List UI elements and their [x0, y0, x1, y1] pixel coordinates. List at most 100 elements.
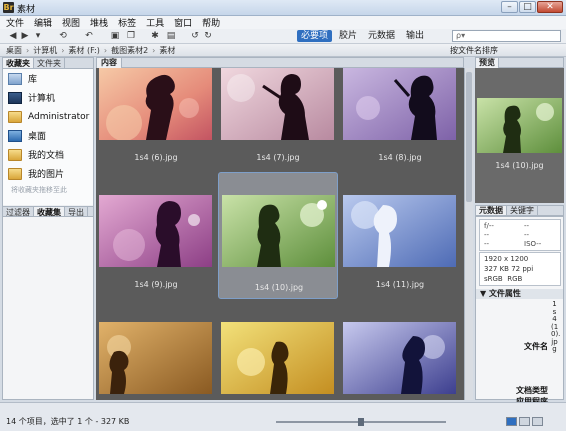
menu-label[interactable]: 标签	[118, 16, 136, 29]
window-title: 素材	[17, 5, 36, 15]
iso-value: ISO--	[524, 240, 542, 248]
menu-stack[interactable]: 堆栈	[90, 16, 108, 29]
workspace-metadata[interactable]: 元数据	[364, 30, 399, 42]
favorites-hint: 将收藏夹拖移至此	[11, 186, 67, 194]
tab-folders[interactable]: 文件夹	[34, 58, 65, 68]
folder-icon	[8, 110, 22, 123]
menu-tools[interactable]: 工具	[146, 16, 164, 29]
file-properties-section[interactable]: ▼ 文件属性	[476, 289, 563, 299]
breadcrumb-desktop[interactable]: 桌面	[6, 45, 22, 57]
sort-dropdown[interactable]: 按文件名排序	[450, 45, 498, 57]
status-text: 14 个项目，选中了 1 个 - 327 KB	[6, 417, 130, 426]
folder-icon	[8, 148, 22, 161]
content-scrollbar[interactable]	[464, 68, 473, 400]
workspace-filmstrip[interactable]: 胶片	[335, 30, 361, 42]
menu-window[interactable]: 窗口	[174, 16, 192, 29]
filename-value: 1s4(10).jpg	[551, 300, 561, 353]
minimize-button[interactable]: –	[501, 1, 518, 13]
tab-filter[interactable]: 过滤器	[3, 207, 34, 217]
favorite-item-documents[interactable]: 我的文档	[3, 145, 93, 164]
menu-file[interactable]: 文件	[6, 16, 24, 29]
scrollbar-thumb[interactable]	[466, 72, 472, 202]
thumbnail-caption: 1s4 (11).jpg	[375, 280, 425, 289]
rotate-right-icon[interactable]: ↻	[203, 31, 213, 41]
return-icon[interactable]: ↶	[84, 31, 94, 41]
thumbnail-image	[222, 195, 335, 267]
camera-value: --	[524, 231, 530, 239]
camera-value: --	[524, 222, 530, 230]
thumbnail-cell[interactable]	[96, 322, 216, 400]
tab-favorites[interactable]: 收藏夹	[3, 58, 34, 68]
tab-collections[interactable]: 收藏集	[34, 207, 65, 217]
path-bar: 桌面 › 计算机 › 素材 (F:) › 截图素材2 › 素材 按文件名排序	[0, 43, 566, 57]
refine-icon[interactable]: ❐	[126, 31, 136, 41]
breadcrumb-computer[interactable]: 计算机	[33, 45, 57, 57]
settings-icon[interactable]: ✱	[150, 31, 160, 41]
detail-view-icon[interactable]	[519, 417, 530, 426]
computer-icon	[8, 91, 22, 104]
forward-icon[interactable]: ▶	[20, 31, 30, 41]
thumbnail-cell[interactable]: 1s4 (9).jpg	[96, 195, 216, 322]
tab-export[interactable]: 导出	[65, 207, 88, 217]
favorite-item-computer[interactable]: 计算机	[3, 88, 93, 107]
folder-icon	[8, 167, 22, 180]
breadcrumb: 桌面 › 计算机 › 素材 (F:) › 截图素材2 › 素材	[6, 45, 176, 57]
content-panel-header: 内容	[96, 57, 464, 68]
metadata-panel: f/-- -- -- -- -- ISO-- 1920 x 1200 327 K…	[475, 216, 564, 406]
favorites-list: 库 计算机 Administrator 桌面 我的文档 我的图片 将收藏夹拖移至…	[3, 69, 93, 205]
favorite-item-pictures[interactable]: 我的图片	[3, 164, 93, 183]
favorite-label: Administrator	[28, 111, 90, 122]
thumbnail-cell[interactable]: 1s4 (8).jpg	[340, 68, 460, 195]
grid-view-icon[interactable]	[506, 417, 517, 426]
workspace-switcher: 必要项 胶片 元数据 输出	[297, 30, 428, 42]
thumbnail-cell[interactable]: 1s4 (6).jpg	[96, 68, 216, 195]
thumbnail-cell[interactable]: 1s4 (11).jpg	[340, 195, 460, 322]
camera-value: --	[484, 231, 490, 239]
recent-icon[interactable]: ⟲	[58, 31, 68, 41]
breadcrumb-folder-1[interactable]: 截图素材2	[111, 45, 148, 57]
favorite-item-administrator[interactable]: Administrator	[3, 107, 93, 126]
tab-metadata[interactable]: 元数据	[476, 206, 507, 215]
workspace-output[interactable]: 输出	[402, 30, 428, 42]
rotate-left-icon[interactable]: ↺	[190, 31, 200, 41]
view-mode-buttons	[506, 417, 543, 426]
thumbnail-cell-selected[interactable]: 1s4 (10).jpg	[218, 172, 338, 299]
metadata-tabs: 元数据 关键字	[475, 205, 564, 216]
thumbnail-image	[343, 195, 456, 267]
menu-help[interactable]: 帮助	[202, 16, 220, 29]
breadcrumb-drive[interactable]: 素材 (F:)	[68, 45, 99, 57]
favorite-item-desktop[interactable]: 桌面	[3, 126, 93, 145]
search-input[interactable]: ρ▾	[452, 30, 561, 42]
preview-caption: 1s4 (10).jpg	[495, 161, 544, 170]
field-label-doctype: 文档类型	[516, 386, 548, 395]
favorite-item-library[interactable]: 库	[3, 69, 93, 88]
workspace-essentials[interactable]: 必要项	[297, 30, 333, 42]
left-panel-tabs: 收藏夹 文件夹	[3, 58, 93, 69]
back-icon[interactable]: ◀	[8, 31, 18, 41]
list-view-icon[interactable]	[532, 417, 543, 426]
camera-value: --	[484, 240, 490, 248]
menu-view[interactable]: 视图	[62, 16, 80, 29]
camera-icon[interactable]: ▣	[110, 31, 120, 41]
content-grid: 1s4 (6).jpg 1s4 (7).jpg 1s4 (8).jpg 1s4 …	[96, 68, 464, 400]
thumbnail-image	[221, 322, 334, 394]
folder-up-icon[interactable]: ▾	[33, 31, 43, 41]
menu-edit[interactable]: 编辑	[34, 16, 52, 29]
tab-keywords[interactable]: 关键字	[507, 206, 538, 215]
thumbnail-image	[99, 195, 212, 267]
maximize-button[interactable]: □	[519, 1, 536, 13]
status-bar: 14 个项目，选中了 1 个 - 327 KB	[0, 402, 566, 431]
tab-content[interactable]: 内容	[97, 58, 122, 68]
preview-panel-header: 预览	[475, 57, 564, 68]
tab-preview[interactable]: 预览	[476, 58, 499, 68]
thumbnail-size-slider[interactable]	[276, 418, 446, 426]
favorite-label: 我的文档	[28, 151, 65, 161]
breadcrumb-folder-2[interactable]: 素材	[159, 45, 175, 57]
left-bottom-tabs: 过滤器 收藏集 导出	[3, 206, 93, 217]
thumbnail-cell[interactable]	[218, 322, 338, 400]
open-icon[interactable]: ▤	[166, 31, 176, 41]
thumbnail-cell[interactable]	[340, 322, 460, 400]
close-button[interactable]: ✕	[537, 1, 563, 13]
slider-knob[interactable]	[358, 418, 364, 426]
collections-panel	[3, 217, 93, 399]
